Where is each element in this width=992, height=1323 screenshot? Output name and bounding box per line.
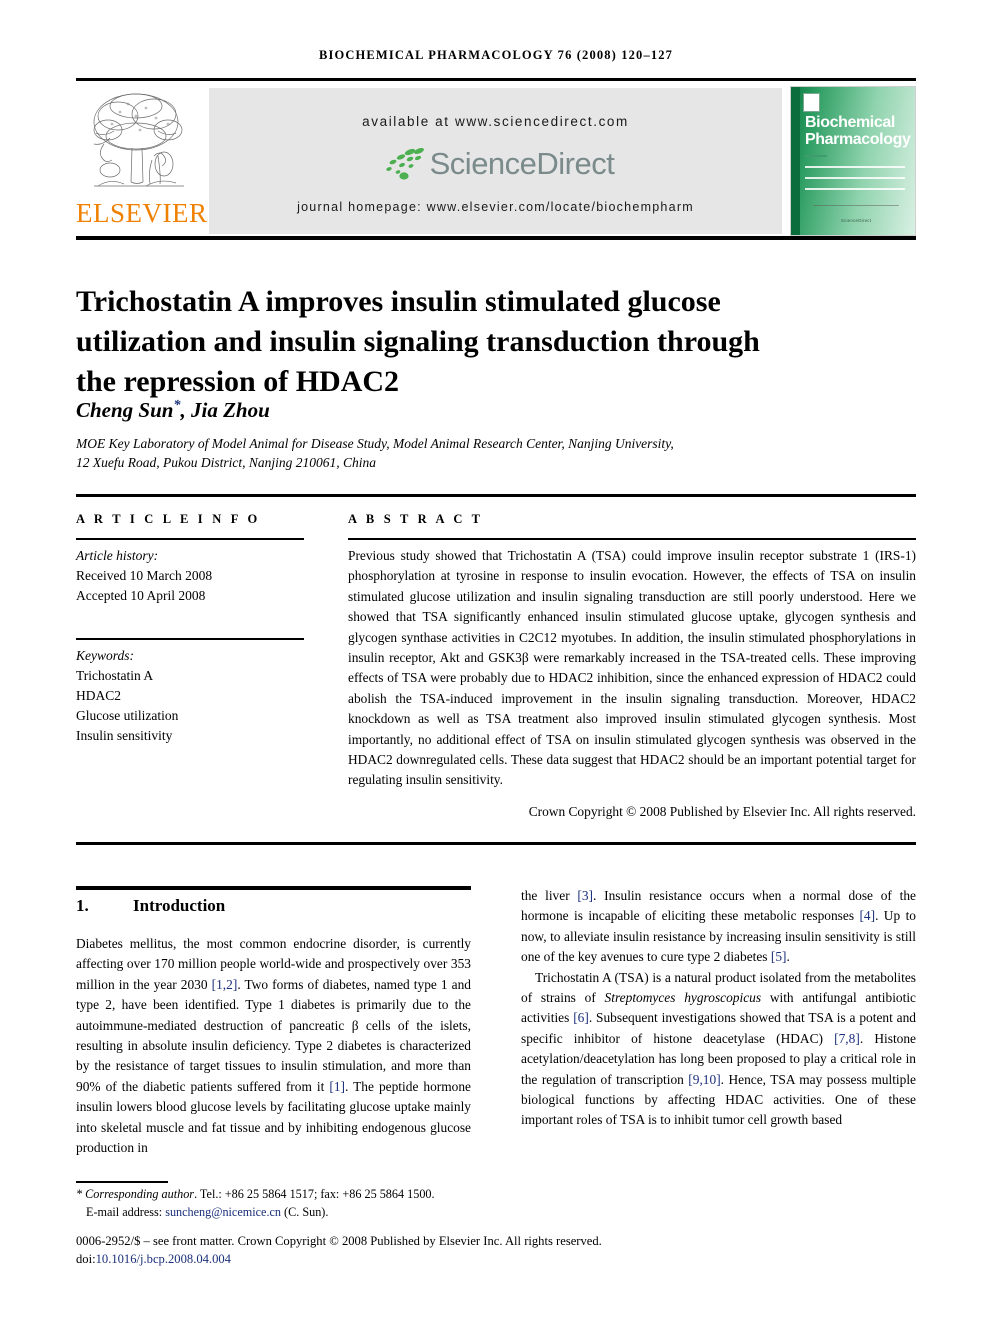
abstract-text: Previous study showed that Trichostatin …: [348, 548, 916, 788]
article-history-label: Article history:: [76, 548, 159, 563]
journal-cover-thumbnail: Biochemical Pharmacology ScienceDirect: [790, 86, 916, 236]
corresponding-author-note: * Corresponding author. Tel.: +86 25 586…: [76, 1187, 435, 1201]
email-note: E-mail address: suncheng@nicemice.cn (C.…: [76, 1204, 496, 1222]
footnotes: * Corresponding author. Tel.: +86 25 586…: [76, 1186, 496, 1221]
intro-right-text-a: the liver: [521, 888, 578, 903]
keywords-divider: [76, 638, 304, 640]
corresponding-author-label: Corresponding author: [85, 1187, 195, 1201]
intro-paragraph-1-cont: the liver [3]. Insulin resistance occurs…: [521, 886, 916, 968]
species-name: Streptomyces hygroscopicus: [604, 990, 762, 1006]
reference-link-1[interactable]: [1]: [329, 1079, 345, 1094]
intro-text-b: . Two forms of diabetes, named type 1 an…: [76, 976, 472, 1094]
running-head: Biochemical Pharmacology 76 (2008) 120–1…: [318, 48, 674, 62]
cover-title-line1: Biochemical: [805, 114, 895, 131]
sciencedirect-band: available at www.sciencedirect.com Scien…: [209, 88, 782, 234]
sciencedirect-logo: ScienceDirect: [209, 140, 782, 188]
reference-link-6[interactable]: [6]: [573, 1010, 589, 1025]
cover-title-line2: Pharmacology: [805, 131, 911, 148]
author-list: Cheng Sun*, Jia Zhou: [76, 398, 806, 423]
corresponding-author-contact: . Tel.: +86 25 5864 1517; fax: +86 25 58…: [194, 1187, 435, 1201]
reference-link-9-10[interactable]: [9,10]: [688, 1072, 720, 1087]
intro-right-text-d: .: [786, 949, 790, 965]
section-title-introduction: Introduction: [133, 896, 226, 915]
intro-paragraph-2: Trichostatin A (TSA) is a natural produc…: [521, 968, 916, 1131]
cover-footer-text: ScienceDirect: [840, 218, 872, 223]
abstract-copyright: Crown Copyright © 2008 Published by Else…: [528, 804, 916, 819]
frontmatter-copyright: 0006-2952/$ – see front matter. Crown Co…: [76, 1234, 602, 1248]
reference-link-3[interactable]: [3]: [577, 888, 593, 903]
journal-homepage-text: journal homepage: www.elsevier.com/locat…: [297, 200, 694, 214]
email-link[interactable]: suncheng@nicemice.cn: [165, 1205, 281, 1219]
affiliation-line-2: 12 Xuefu Road, Pukou District, Nanjing 2…: [76, 455, 376, 470]
cover-spine: [791, 87, 800, 235]
keyword-item: Glucose utilization: [76, 708, 179, 723]
keyword-item: Trichostatin A: [76, 668, 154, 683]
doi-link[interactable]: 10.1016/j.bcp.2008.04.004: [96, 1252, 231, 1266]
elsevier-wordmark: ELSEVIER: [76, 198, 208, 228]
section-number: 1.: [76, 896, 89, 915]
affiliation: MOE Key Laboratory of Model Animal for D…: [76, 434, 776, 472]
author-secondary: , Jia Zhou: [180, 398, 270, 422]
accepted-date: Accepted 10 April 2008: [76, 588, 206, 603]
footnote-divider: [76, 1181, 168, 1183]
elsevier-logo: ELSEVIER: [76, 82, 208, 236]
affiliation-line-1: MOE Key Laboratory of Model Animal for D…: [76, 436, 674, 451]
page-title: Trichostatin A improves insulin stimulat…: [76, 285, 760, 399]
paper-page: Biochemical Pharmacology 76 (2008) 120–1…: [0, 0, 992, 1323]
abstract-heading: A B S T R A C T: [348, 512, 484, 526]
reference-link-1-2[interactable]: [1,2]: [212, 977, 238, 992]
cover-publisher-mark-icon: [803, 93, 820, 112]
info-top-rule: [76, 494, 916, 497]
keywords-label: Keywords:: [76, 648, 134, 663]
keywords-block: Keywords: Trichostatin A HDAC2 Glucose u…: [76, 646, 312, 746]
masthead: ELSEVIER available at www.sciencedirect.…: [76, 82, 916, 236]
email-label: E-mail address:: [86, 1204, 166, 1219]
author-primary: Cheng Sun: [76, 398, 174, 422]
frontmatter-block: 0006-2952/$ – see front matter. Crown Co…: [76, 1232, 916, 1268]
sciencedirect-wordmark: ScienceDirect: [429, 146, 615, 181]
cover-title: Biochemical Pharmacology: [805, 114, 913, 148]
doi-label: doi:: [76, 1252, 96, 1266]
masthead-bottom-rule: [76, 236, 916, 240]
introduction-rule: [76, 886, 471, 890]
email-suffix: (C. Sun).: [281, 1204, 329, 1219]
doi-line: doi:10.1016/j.bcp.2008.04.004: [76, 1250, 916, 1268]
body-column-right: the liver [3]. Insulin resistance occurs…: [521, 886, 916, 1131]
abstract-underline: [348, 538, 916, 540]
cover-rule-group: [805, 155, 905, 199]
masthead-top-rule: [76, 78, 916, 81]
article-info-underline: [76, 538, 304, 540]
available-at-text: available at www.sciencedirect.com: [362, 114, 629, 129]
intro-paragraph-1: Diabetes mellitus, the most common endoc…: [76, 934, 471, 1158]
keyword-item: Insulin sensitivity: [76, 728, 173, 743]
elsevier-tree-icon: [93, 93, 184, 187]
keyword-item: HDAC2: [76, 688, 122, 703]
abstract-bottom-rule: [76, 842, 916, 845]
sciencedirect-leaves-icon: [385, 148, 424, 180]
cover-footer: ScienceDirect: [813, 205, 899, 227]
reference-link-7-8[interactable]: [7,8]: [834, 1031, 860, 1046]
article-info-heading: A R T I C L E I N F O: [76, 512, 261, 526]
body-column-left: Diabetes mellitus, the most common endoc…: [76, 934, 471, 1158]
article-history: Article history: Received 10 March 2008 …: [76, 546, 312, 606]
received-date: Received 10 March 2008: [76, 568, 213, 583]
reference-link-4[interactable]: [4]: [859, 908, 875, 923]
reference-link-5[interactable]: [5]: [771, 949, 787, 964]
